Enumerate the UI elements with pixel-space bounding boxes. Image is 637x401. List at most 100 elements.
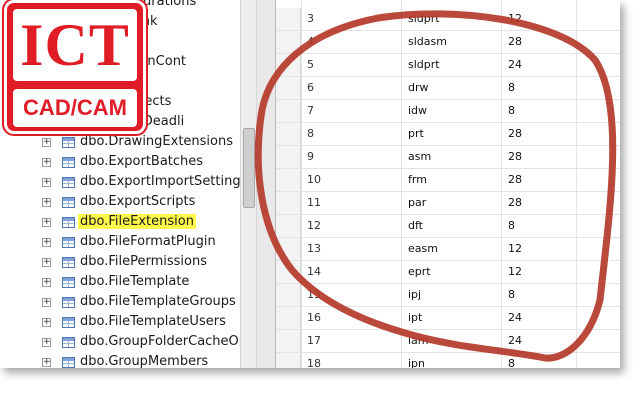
table-row[interactable]: 12 dft 8 bbox=[276, 215, 620, 238]
table-icon bbox=[62, 137, 75, 148]
row-header-cell[interactable] bbox=[276, 261, 301, 283]
row-header-cell[interactable] bbox=[276, 307, 301, 329]
row-id-cell: 14 bbox=[307, 265, 321, 278]
table-row[interactable]: 11 par 28 bbox=[276, 192, 620, 215]
value-cell: 12 bbox=[508, 242, 522, 255]
ict-cadcam-logo: ICT CAD/CAM bbox=[4, 0, 146, 134]
tree-item[interactable]: + dbo.DrawingExtensions bbox=[0, 133, 240, 153]
extension-cell: eprt bbox=[408, 265, 431, 278]
expand-plus-icon[interactable]: + bbox=[42, 158, 51, 167]
tree-item[interactable]: + dbo.FilePermissions bbox=[0, 253, 240, 273]
row-header-cell[interactable] bbox=[276, 100, 301, 122]
row-id-cell: 18 bbox=[307, 357, 321, 368]
row-header-cell[interactable] bbox=[276, 8, 301, 30]
value-cell: 28 bbox=[508, 196, 522, 209]
extension-cell: sldasm bbox=[408, 35, 447, 48]
expand-plus-icon[interactable]: + bbox=[42, 358, 51, 367]
table-row[interactable]: 6 drw 8 bbox=[276, 77, 620, 100]
value-cell: 12 bbox=[508, 265, 522, 278]
tree-item[interactable]: + dbo.ExportScripts bbox=[0, 193, 240, 213]
expand-plus-icon[interactable]: + bbox=[42, 198, 51, 207]
tree-item[interactable]: + dbo.ExportImportSettings bbox=[0, 173, 240, 193]
row-header-cell[interactable] bbox=[276, 192, 301, 214]
expand-plus-icon[interactable]: + bbox=[42, 318, 51, 327]
row-header-cell[interactable] bbox=[276, 353, 301, 368]
table-icon bbox=[62, 357, 75, 368]
value-cell: 28 bbox=[508, 35, 522, 48]
tree-item[interactable]: + dbo.GroupMembers bbox=[0, 353, 240, 368]
row-header-cell[interactable] bbox=[276, 238, 301, 260]
expand-plus-icon[interactable]: + bbox=[42, 238, 51, 247]
table-icon bbox=[62, 277, 75, 288]
tree-item-label: dbo.FileTemplateGroups bbox=[80, 294, 236, 309]
tree-vertical-scrollbar[interactable] bbox=[240, 0, 257, 368]
table-row[interactable]: 18 ipn 8 bbox=[276, 353, 620, 368]
table-row[interactable]: 8 prt 28 bbox=[276, 123, 620, 146]
table-row[interactable]: 17 iam 24 bbox=[276, 330, 620, 353]
scrollbar-thumb[interactable] bbox=[243, 128, 255, 208]
expand-plus-icon[interactable]: + bbox=[42, 258, 51, 267]
logo-cadcam-text: CAD/CAM bbox=[23, 95, 127, 120]
table-row[interactable]: 7 idw 8 bbox=[276, 100, 620, 123]
row-header-cell[interactable] bbox=[276, 169, 301, 191]
row-header-cell[interactable] bbox=[276, 31, 301, 53]
row-id-cell: 4 bbox=[307, 35, 314, 48]
row-header-cell[interactable] bbox=[276, 77, 301, 99]
pane-splitter[interactable] bbox=[257, 0, 276, 368]
extension-cell: ipj bbox=[408, 288, 422, 301]
row-header-cell[interactable] bbox=[276, 146, 301, 168]
table-icon bbox=[62, 217, 75, 228]
logo-top-panel: ICT bbox=[13, 9, 137, 81]
row-id-cell: 13 bbox=[307, 242, 321, 255]
tree-item-label: dbo.FileExtension bbox=[78, 214, 196, 229]
table-row[interactable]: 3 sldprt 12 bbox=[276, 8, 620, 31]
row-header-cell[interactable] bbox=[276, 123, 301, 145]
row-header-cell[interactable] bbox=[276, 215, 301, 237]
tree-item[interactable]: + dbo.FileExtension bbox=[0, 213, 240, 233]
row-header-cell[interactable] bbox=[276, 54, 301, 76]
table-row[interactable]: 10 frm 28 bbox=[276, 169, 620, 192]
tree-item-label: dbo.GroupFolderCacheOpt bbox=[80, 334, 240, 349]
extension-cell: sldprt bbox=[408, 58, 440, 71]
table-icon bbox=[62, 157, 75, 168]
row-id-cell: 5 bbox=[307, 58, 314, 71]
tree-item-label: dbo.DrawingExtensions bbox=[80, 134, 234, 149]
expand-plus-icon[interactable]: + bbox=[42, 178, 51, 187]
table-icon bbox=[62, 257, 75, 268]
expand-plus-icon[interactable]: + bbox=[42, 218, 51, 227]
value-cell: 12 bbox=[508, 12, 522, 25]
row-id-cell: 12 bbox=[307, 219, 321, 232]
tree-item[interactable]: + dbo.FileFormatPlugin bbox=[0, 233, 240, 253]
value-cell: 8 bbox=[508, 219, 515, 232]
screenshot-frame: +entConfigurations+entItemLink+entLabels… bbox=[0, 0, 620, 368]
table-row[interactable]: 15 ipj 8 bbox=[276, 284, 620, 307]
expand-plus-icon[interactable]: + bbox=[42, 338, 51, 347]
value-cell: 8 bbox=[508, 357, 515, 368]
row-id-cell: 10 bbox=[307, 173, 321, 186]
expand-plus-icon[interactable]: + bbox=[42, 298, 51, 307]
expand-plus-icon[interactable]: + bbox=[42, 278, 51, 287]
extension-cell: prt bbox=[408, 127, 424, 140]
row-header-cell[interactable] bbox=[276, 284, 301, 306]
row-header-cell[interactable] bbox=[276, 330, 301, 352]
tree-item[interactable]: + dbo.GroupFolderCacheOpt bbox=[0, 333, 240, 353]
table-row[interactable]: 16 ipt 24 bbox=[276, 307, 620, 330]
extension-cell: ipt bbox=[408, 311, 423, 324]
expand-plus-icon[interactable]: + bbox=[42, 138, 51, 147]
tree-item[interactable]: + dbo.ExportBatches bbox=[0, 153, 240, 173]
row-id-cell: 9 bbox=[307, 150, 314, 163]
row-id-cell: 15 bbox=[307, 288, 321, 301]
value-cell: 8 bbox=[508, 288, 515, 301]
table-row[interactable]: 9 asm 28 bbox=[276, 146, 620, 169]
tree-item[interactable]: + dbo.FileTemplateUsers bbox=[0, 313, 240, 333]
extension-cell: asm bbox=[408, 150, 432, 163]
tree-item[interactable]: + dbo.FileTemplate bbox=[0, 273, 240, 293]
row-id-cell: 8 bbox=[307, 127, 314, 140]
value-cell: 28 bbox=[508, 173, 522, 186]
extension-cell: sldprt bbox=[408, 12, 440, 25]
table-row[interactable]: 4 sldasm 28 bbox=[276, 31, 620, 54]
tree-item[interactable]: + dbo.FileTemplateGroups bbox=[0, 293, 240, 313]
table-row[interactable]: 5 sldprt 24 bbox=[276, 54, 620, 77]
table-row[interactable]: 14 eprt 12 bbox=[276, 261, 620, 284]
table-row[interactable]: 13 easm 12 bbox=[276, 238, 620, 261]
